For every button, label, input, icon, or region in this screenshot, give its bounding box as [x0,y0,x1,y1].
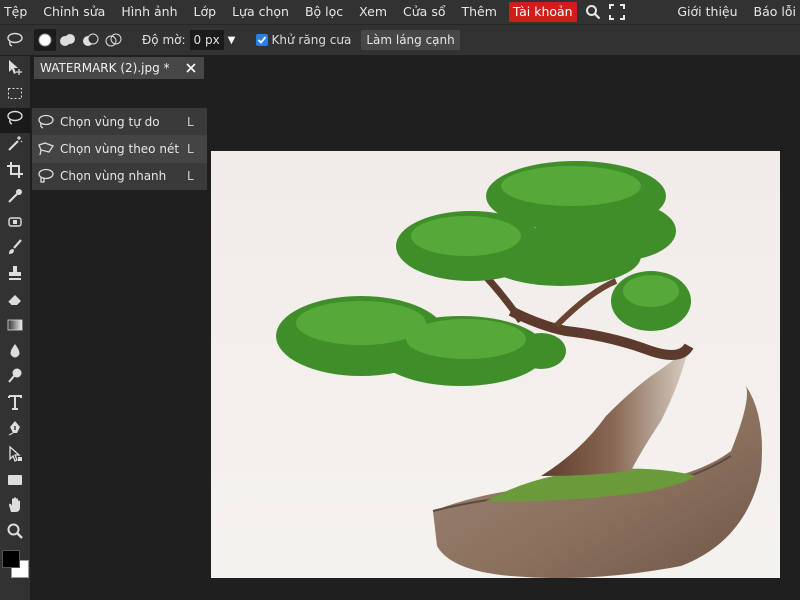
lasso-flyout-menu: Chọn vùng tự do L Chọn vùng theo nét L C… [32,108,207,190]
pen-tool[interactable] [0,417,30,443]
intersect-selection-icon[interactable] [103,29,125,51]
magnetic-lasso-icon [36,167,56,185]
chevron-down-icon[interactable]: ▼ [226,30,238,50]
bonsai-image [211,151,780,578]
flyout-shortcut: L [187,141,194,156]
menu-account[interactable]: Tài khoản [508,2,577,22]
gradient-icon [6,316,24,338]
menu-more[interactable]: Thêm [453,0,504,24]
antialias-checkbox[interactable] [255,34,268,46]
flyout-item-lasso[interactable]: Chọn vùng tự do L [32,108,207,135]
marquee-icon [6,84,24,106]
path-select-icon [6,445,24,467]
move-tool[interactable] [0,56,30,82]
flyout-shortcut: L [187,114,194,129]
feather-label: Độ mờ: [142,33,186,47]
close-icon[interactable] [184,61,198,75]
blur-icon [6,342,24,364]
menu-file[interactable]: Tệp [0,0,35,24]
hand-tool[interactable] [0,495,30,521]
add-selection-icon[interactable] [57,29,79,51]
gradient-tool[interactable] [0,314,30,340]
menu-layer[interactable]: Lớp [186,0,225,24]
brush-tool[interactable] [0,237,30,263]
text-tool[interactable] [0,391,30,417]
menu-filter[interactable]: Bộ lọc [297,0,351,24]
flyout-label: Chọn vùng nhanh [60,169,167,184]
path-select-tool[interactable] [0,443,30,469]
polygonal-lasso-icon [36,140,56,158]
menu-edit[interactable]: Chỉnh sửa [35,0,113,24]
flyout-label: Chọn vùng theo nét [60,141,180,156]
brush-icon [6,238,24,260]
menu-report-bug[interactable]: Báo lỗi [746,0,800,24]
new-selection-icon[interactable] [34,29,56,51]
lasso-icon [36,113,56,131]
tool-panel [0,56,30,600]
menu-select[interactable]: Lựa chọn [224,0,297,24]
menu-image[interactable]: Hình ảnh [113,0,185,24]
move-icon [6,58,24,80]
lasso-icon [4,29,26,51]
menu-view[interactable]: Xem [351,0,395,24]
eyedropper-tool[interactable] [0,185,30,211]
crop-icon [6,161,24,183]
options-bar: Độ mờ: ▼ Khử răng cưa Làm láng cạnh [0,24,800,55]
shape-tool[interactable] [0,469,30,495]
shape-icon [6,471,24,493]
zoom-icon [6,522,24,544]
hand-icon [6,496,24,518]
text-icon [6,393,24,415]
stamp-icon [6,264,24,286]
refine-edge-button[interactable]: Làm láng cạnh [361,30,460,50]
marquee-tool[interactable] [0,82,30,108]
canvas-image[interactable] [211,151,780,578]
document-tabs: WATERMARK (2).jpg * [34,57,204,79]
antialias-label: Khử răng cưa [271,33,352,47]
color-swatches[interactable] [0,548,30,588]
flyout-shortcut: L [187,169,194,184]
flyout-label: Chọn vùng tự do [60,114,160,129]
flyout-item-polygonal-lasso[interactable]: Chọn vùng theo nét L [32,135,207,163]
search-icon[interactable] [581,0,605,24]
eraser-tool[interactable] [0,288,30,314]
document-tab[interactable]: WATERMARK (2).jpg * [34,57,204,79]
lasso-icon [6,109,24,131]
subtract-selection-icon[interactable] [80,29,102,51]
magic-wand-tool[interactable] [0,133,30,159]
menu-bar: Tệp Chỉnh sửa Hình ảnh Lớp Lựa chọn Bộ l… [0,0,800,24]
magic-wand-icon [6,135,24,157]
crop-tool[interactable] [0,159,30,185]
dodge-tool[interactable] [0,366,30,392]
document-tab-title: WATERMARK (2).jpg * [40,61,170,75]
eraser-icon [6,290,24,312]
fullscreen-icon[interactable] [605,0,629,24]
flyout-item-magnetic-lasso[interactable]: Chọn vùng nhanh L [32,163,207,190]
healing-icon [6,213,24,235]
menu-window[interactable]: Cửa sổ [395,0,453,24]
stamp-tool[interactable] [0,262,30,288]
lasso-tool[interactable] [0,107,30,134]
zoom-tool[interactable] [0,520,30,546]
pen-icon [6,419,24,441]
eyedropper-icon [6,187,24,209]
foreground-color-swatch[interactable] [2,550,20,568]
healing-tool[interactable] [0,211,30,237]
feather-input[interactable] [189,30,224,50]
dodge-icon [6,367,24,389]
menu-about[interactable]: Giới thiệu [669,0,745,24]
blur-tool[interactable] [0,340,30,366]
